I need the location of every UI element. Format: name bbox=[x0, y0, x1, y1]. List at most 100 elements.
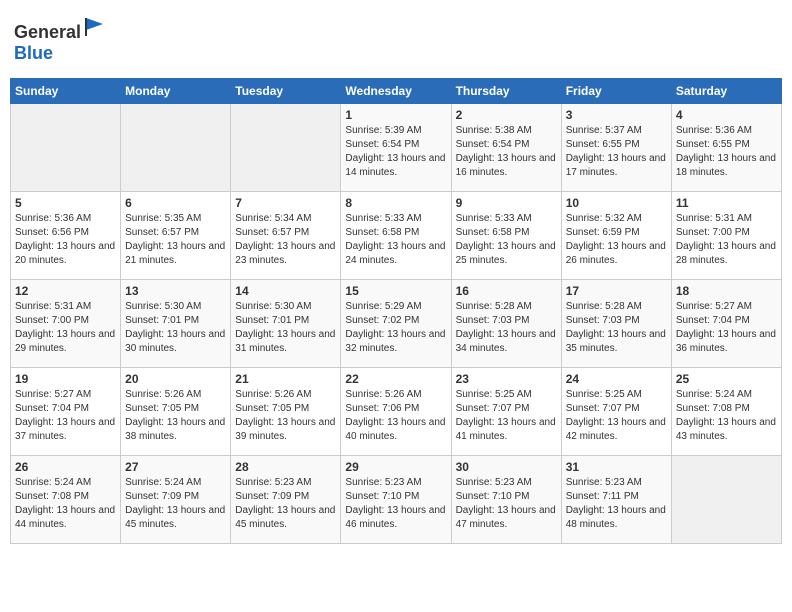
weekday-header-tuesday: Tuesday bbox=[231, 79, 341, 104]
calendar-cell: 13Sunrise: 5:30 AMSunset: 7:01 PMDayligh… bbox=[121, 280, 231, 368]
day-info: Sunrise: 5:37 AMSunset: 6:55 PMDaylight:… bbox=[566, 124, 667, 180]
calendar-cell: 5Sunrise: 5:36 AMSunset: 6:56 PMDaylight… bbox=[11, 192, 121, 280]
calendar-cell: 25 Sunrise: 5:24 AMSunset: 7:08 PMDayligh… bbox=[671, 368, 781, 456]
logo-general: General bbox=[14, 25, 105, 42]
day-info: Sunrise: 5:34 AMSunset: 6:57 PMDaylight:… bbox=[235, 212, 336, 268]
weekday-header-wednesday: Wednesday bbox=[341, 79, 451, 104]
day-number: 7 bbox=[235, 196, 336, 210]
day-info: Sunrise: 5:23 AMSunset: 7:09 PMDaylight:… bbox=[235, 476, 336, 532]
calendar-cell: 4Sunrise: 5:36 AMSunset: 6:55 PMDaylight… bbox=[671, 104, 781, 192]
day-info: Sunrise: 5:25 AMSunset: 7:07 PMDaylight:… bbox=[566, 388, 667, 444]
day-number: 30 bbox=[456, 460, 557, 474]
calendar-cell: 27Sunrise: 5:24 AMSunset: 7:09 PMDayligh… bbox=[121, 456, 231, 544]
day-number: 25 bbox=[676, 372, 777, 386]
day-number: 11 bbox=[676, 196, 777, 210]
day-number: 23 bbox=[456, 372, 557, 386]
weekday-header-saturday: Saturday bbox=[671, 79, 781, 104]
calendar-cell: 24 Sunrise: 5:25 AMSunset: 7:07 PMDayligh… bbox=[561, 368, 671, 456]
day-info: Sunrise: 5:27 AMSunset: 7:04 PMDaylight:… bbox=[676, 300, 777, 356]
day-number: 29 bbox=[345, 460, 446, 474]
day-number: 31 bbox=[566, 460, 667, 474]
calendar-cell: 17Sunrise: 5:28 AMSunset: 7:03 PMDayligh… bbox=[561, 280, 671, 368]
calendar-cell: 14 Sunrise: 5:30 AMSunset: 7:01 PMDayligh… bbox=[231, 280, 341, 368]
calendar-cell: 3Sunrise: 5:37 AMSunset: 6:55 PMDaylight… bbox=[561, 104, 671, 192]
day-info: Sunrise: 5:38 AMSunset: 6:54 PMDaylight:… bbox=[456, 124, 557, 180]
day-info: Sunrise: 5:29 AMSunset: 7:02 PMDaylight:… bbox=[345, 300, 446, 356]
day-number: 8 bbox=[345, 196, 446, 210]
day-number: 9 bbox=[456, 196, 557, 210]
day-info: Sunrise: 5:30 AMSunset: 7:01 PMDaylight:… bbox=[125, 300, 226, 356]
calendar-cell bbox=[231, 104, 341, 192]
calendar-cell: 26 Sunrise: 5:24 AMSunset: 7:08 PMDayligh… bbox=[11, 456, 121, 544]
day-number: 15 bbox=[345, 284, 446, 298]
calendar-week-row: 12 Sunrise: 5:31 AMSunset: 7:00 PMDayligh… bbox=[11, 280, 782, 368]
calendar-cell: 10Sunrise: 5:32 AMSunset: 6:59 PMDayligh… bbox=[561, 192, 671, 280]
day-info: Sunrise: 5:39 AMSunset: 6:54 PMDaylight:… bbox=[345, 124, 446, 180]
weekday-header-monday: Monday bbox=[121, 79, 231, 104]
day-info: Sunrise: 5:23 AMSunset: 7:10 PMDaylight:… bbox=[456, 476, 557, 532]
calendar-cell: 11 Sunrise: 5:31 AMSunset: 7:00 PMDayligh… bbox=[671, 192, 781, 280]
day-info: Sunrise: 5:35 AMSunset: 6:57 PMDaylight:… bbox=[125, 212, 226, 268]
day-info: Sunrise: 5:24 AMSunset: 7:08 PMDaylight:… bbox=[676, 388, 777, 444]
day-number: 26 bbox=[15, 460, 116, 474]
day-number: 19 bbox=[15, 372, 116, 386]
day-number: 22 bbox=[345, 372, 446, 386]
day-number: 5 bbox=[15, 196, 116, 210]
day-number: 16 bbox=[456, 284, 557, 298]
logo-flag-icon bbox=[83, 16, 105, 38]
day-number: 12 bbox=[15, 284, 116, 298]
day-number: 6 bbox=[125, 196, 226, 210]
day-info: Sunrise: 5:31 AMSunset: 7:00 PMDaylight:… bbox=[676, 212, 777, 268]
day-number: 18 bbox=[676, 284, 777, 298]
calendar-cell: 31 Sunrise: 5:23 AMSunset: 7:11 PMDayligh… bbox=[561, 456, 671, 544]
weekday-header-friday: Friday bbox=[561, 79, 671, 104]
day-info: Sunrise: 5:28 AMSunset: 7:03 PMDaylight:… bbox=[566, 300, 667, 356]
weekday-header-sunday: Sunday bbox=[11, 79, 121, 104]
day-info: Sunrise: 5:27 AMSunset: 7:04 PMDaylight:… bbox=[15, 388, 116, 444]
day-number: 20 bbox=[125, 372, 226, 386]
day-number: 28 bbox=[235, 460, 336, 474]
weekday-header-thursday: Thursday bbox=[451, 79, 561, 104]
day-number: 14 bbox=[235, 284, 336, 298]
calendar-cell: 12 Sunrise: 5:31 AMSunset: 7:00 PMDayligh… bbox=[11, 280, 121, 368]
calendar-week-row: 19 Sunrise: 5:27 AMSunset: 7:04 PMDayligh… bbox=[11, 368, 782, 456]
day-info: Sunrise: 5:26 AMSunset: 7:05 PMDaylight:… bbox=[235, 388, 336, 444]
day-info: Sunrise: 5:26 AMSunset: 7:05 PMDaylight:… bbox=[125, 388, 226, 444]
calendar-cell: 22 Sunrise: 5:26 AMSunset: 7:06 PMDayligh… bbox=[341, 368, 451, 456]
calendar-cell: 30 Sunrise: 5:23 AMSunset: 7:10 PMDayligh… bbox=[451, 456, 561, 544]
calendar-table: SundayMondayTuesdayWednesdayThursdayFrid… bbox=[10, 78, 782, 544]
calendar-cell: 16 Sunrise: 5:28 AMSunset: 7:03 PMDayligh… bbox=[451, 280, 561, 368]
calendar-cell: 19 Sunrise: 5:27 AMSunset: 7:04 PMDayligh… bbox=[11, 368, 121, 456]
day-info: Sunrise: 5:33 AMSunset: 6:58 PMDaylight:… bbox=[345, 212, 446, 268]
day-number: 1 bbox=[345, 108, 446, 122]
calendar-cell: 7 Sunrise: 5:34 AMSunset: 6:57 PMDaylight… bbox=[231, 192, 341, 280]
day-info: Sunrise: 5:23 AMSunset: 7:10 PMDaylight:… bbox=[345, 476, 446, 532]
calendar-cell: 29 Sunrise: 5:23 AMSunset: 7:10 PMDayligh… bbox=[341, 456, 451, 544]
logo-blue: Blue bbox=[14, 43, 53, 63]
day-number: 10 bbox=[566, 196, 667, 210]
day-info: Sunrise: 5:24 AMSunset: 7:08 PMDaylight:… bbox=[15, 476, 116, 532]
calendar-cell: 21 Sunrise: 5:26 AMSunset: 7:05 PMDayligh… bbox=[231, 368, 341, 456]
calendar-cell: 20 Sunrise: 5:26 AMSunset: 7:05 PMDayligh… bbox=[121, 368, 231, 456]
day-number: 24 bbox=[566, 372, 667, 386]
day-info: Sunrise: 5:31 AMSunset: 7:00 PMDaylight:… bbox=[15, 300, 116, 356]
calendar-cell: 9Sunrise: 5:33 AMSunset: 6:58 PMDaylight… bbox=[451, 192, 561, 280]
calendar-cell: 1 Sunrise: 5:39 AMSunset: 6:54 PMDaylight… bbox=[341, 104, 451, 192]
day-number: 21 bbox=[235, 372, 336, 386]
calendar-cell bbox=[671, 456, 781, 544]
calendar-cell: 28 Sunrise: 5:23 AMSunset: 7:09 PMDayligh… bbox=[231, 456, 341, 544]
calendar-cell: 6 Sunrise: 5:35 AMSunset: 6:57 PMDaylight… bbox=[121, 192, 231, 280]
logo-text: General Blue bbox=[14, 16, 105, 64]
day-info: Sunrise: 5:30 AMSunset: 7:01 PMDaylight:… bbox=[235, 300, 336, 356]
day-info: Sunrise: 5:28 AMSunset: 7:03 PMDaylight:… bbox=[456, 300, 557, 356]
logo: General Blue bbox=[14, 16, 105, 64]
calendar-cell bbox=[121, 104, 231, 192]
day-number: 4 bbox=[676, 108, 777, 122]
day-info: Sunrise: 5:26 AMSunset: 7:06 PMDaylight:… bbox=[345, 388, 446, 444]
day-info: Sunrise: 5:23 AMSunset: 7:11 PMDaylight:… bbox=[566, 476, 667, 532]
calendar-cell: 18 Sunrise: 5:27 AMSunset: 7:04 PMDayligh… bbox=[671, 280, 781, 368]
calendar-cell: 8 Sunrise: 5:33 AMSunset: 6:58 PMDaylight… bbox=[341, 192, 451, 280]
calendar-week-row: 26 Sunrise: 5:24 AMSunset: 7:08 PMDayligh… bbox=[11, 456, 782, 544]
calendar-week-row: 5Sunrise: 5:36 AMSunset: 6:56 PMDaylight… bbox=[11, 192, 782, 280]
calendar-week-row: 1 Sunrise: 5:39 AMSunset: 6:54 PMDaylight… bbox=[11, 104, 782, 192]
